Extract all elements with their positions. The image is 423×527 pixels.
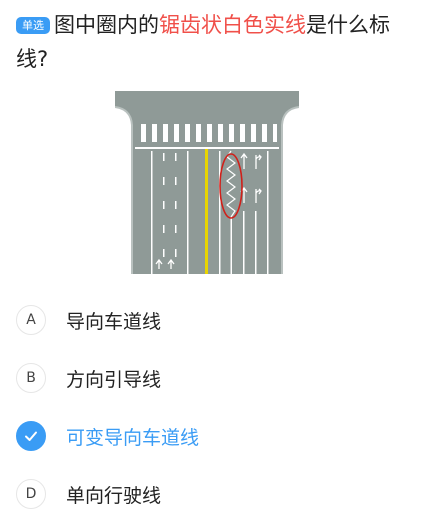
option-d-text: 单向行驶线 [66, 484, 162, 507]
lane-line-continuation [230, 217, 232, 274]
option-b-letter: B [26, 370, 36, 386]
road-diagram [115, 91, 299, 274]
option-d-letter-circle: D [16, 479, 46, 509]
option-a-letter-circle: A [16, 305, 46, 335]
option-b[interactable]: B 方向引导线 [16, 360, 411, 396]
question-text-highlight: 锯齿状白色实线 [159, 13, 306, 37]
stop-line [135, 147, 279, 149]
single-choice-badge: 单选 [16, 17, 50, 34]
option-a-text: 导向车道线 [66, 310, 162, 333]
option-a[interactable]: A 导向车道线 [16, 302, 411, 338]
center-line [205, 149, 208, 274]
option-d[interactable]: D 单向行驶线 [16, 476, 411, 512]
option-a-letter: A [26, 312, 36, 328]
option-d-letter: D [25, 486, 37, 502]
question-page: 单选 图中圈内的锯齿状白色实线是什么标线? A 导向车道线 B 方向引导线 可变… [0, 0, 423, 527]
option-c-text: 可变导向车道线 [66, 426, 200, 449]
option-c[interactable]: 可变导向车道线 [16, 418, 411, 454]
option-b-text: 方向引导线 [66, 368, 162, 391]
question-text: 单选 图中圈内的锯齿状白色实线是什么标线? [16, 8, 411, 76]
question-text-before: 图中圈内的 [54, 13, 159, 37]
check-icon [25, 431, 37, 441]
road-marking-illustration [115, 91, 299, 274]
option-c-selected-circle [16, 421, 46, 451]
option-b-letter-circle: B [16, 363, 46, 393]
